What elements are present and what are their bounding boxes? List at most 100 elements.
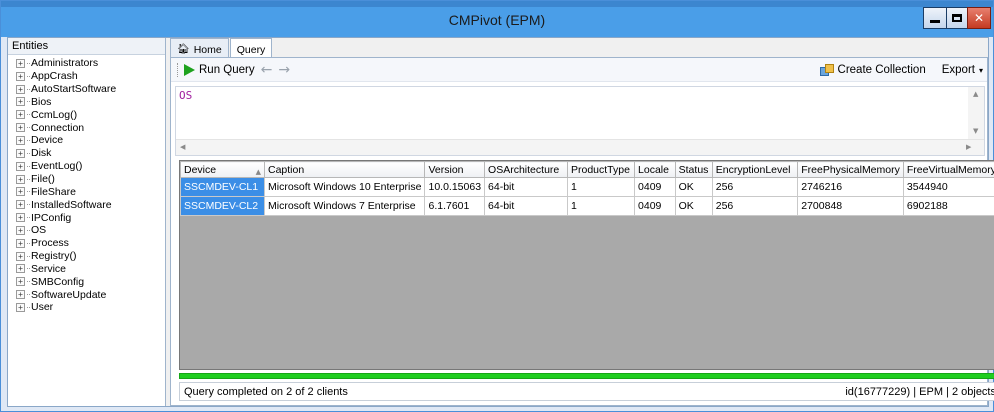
expand-icon[interactable]: + xyxy=(16,302,25,312)
create-collection-button[interactable]: Create Collection xyxy=(819,64,926,76)
entity-item[interactable]: + AppCrash xyxy=(8,70,165,83)
scroll-left-icon[interactable]: ◀ xyxy=(180,143,185,151)
table-cell[interactable]: 64-bit xyxy=(484,196,568,216)
entity-label: IPConfig xyxy=(31,211,72,224)
column-header[interactable]: Status xyxy=(674,161,713,178)
scroll-right-icon[interactable]: ▶ xyxy=(966,143,971,151)
table-cell[interactable]: SSCMDEV-CL1 xyxy=(180,177,265,197)
editor-vertical-scrollbar[interactable]: ▲ ▼ xyxy=(968,87,984,139)
table-cell[interactable]: 6902188 xyxy=(902,196,994,216)
expand-icon[interactable]: + xyxy=(16,187,25,197)
query-text[interactable]: OS xyxy=(179,89,192,102)
status-summary: id(16777229) | EPM | 2 objects xyxy=(845,385,994,398)
query-editor[interactable]: OS ▲ ▼ ◀ ▶ xyxy=(175,86,985,156)
expand-icon[interactable]: + xyxy=(16,97,25,107)
export-dropdown[interactable]: Export ▾ xyxy=(942,64,983,76)
table-cell[interactable]: 10.0.15063 xyxy=(424,177,486,197)
expand-icon[interactable]: + xyxy=(16,135,25,145)
column-header[interactable]: Device ▲ xyxy=(180,161,265,178)
column-header[interactable]: ProductType xyxy=(566,161,636,178)
table-cell[interactable]: 64-bit xyxy=(484,177,568,197)
table-cell[interactable]: 256 xyxy=(711,196,799,216)
maximize-icon xyxy=(952,14,962,22)
column-header[interactable]: Version xyxy=(424,161,486,178)
minimize-icon xyxy=(930,19,940,23)
expand-icon[interactable]: + xyxy=(16,148,25,158)
expand-icon[interactable]: + xyxy=(16,200,25,210)
entity-item[interactable]: + FileShare xyxy=(8,185,165,198)
table-cell[interactable]: SSCMDEV-CL2 xyxy=(180,196,265,216)
expand-icon[interactable]: + xyxy=(16,277,25,287)
table-cell[interactable]: 6.1.7601 xyxy=(424,196,486,216)
entity-item[interactable]: + Bios xyxy=(8,96,165,109)
entity-item[interactable]: + Disk xyxy=(8,147,165,160)
query-panel: Run Query ← → Create Collection Export ▾ xyxy=(170,57,994,406)
entities-header: Entities xyxy=(8,38,165,55)
entity-item[interactable]: + Administrators xyxy=(8,57,165,70)
entity-item[interactable]: + Registry() xyxy=(8,250,165,263)
table-cell[interactable]: Microsoft Windows 10 Enterprise xyxy=(263,177,426,197)
scroll-up-icon[interactable]: ▲ xyxy=(973,90,978,98)
entity-item[interactable]: + CcmLog() xyxy=(8,108,165,121)
column-header[interactable]: OSArchitecture xyxy=(484,161,568,178)
editor-horizontal-scrollbar[interactable]: ◀ ▶ xyxy=(176,139,984,155)
forward-arrow-icon[interactable]: → xyxy=(278,62,290,78)
entity-item[interactable]: + File() xyxy=(8,173,165,186)
expand-icon[interactable]: + xyxy=(16,238,25,248)
entity-item[interactable]: + OS xyxy=(8,224,165,237)
entity-item[interactable]: + SMBConfig xyxy=(8,275,165,288)
entity-item[interactable]: + IPConfig xyxy=(8,211,165,224)
expand-icon[interactable]: + xyxy=(16,213,25,223)
table-cell[interactable]: 1 xyxy=(566,177,636,197)
column-header[interactable]: Caption xyxy=(263,161,426,178)
column-header[interactable]: EncryptionLevel xyxy=(711,161,799,178)
title-bar[interactable]: CMPivot (EPM) ✕ xyxy=(1,1,993,37)
entity-item[interactable]: + EventLog() xyxy=(8,160,165,173)
entity-item[interactable]: + User xyxy=(8,301,165,314)
expand-icon[interactable]: + xyxy=(16,225,25,235)
table-cell[interactable]: Microsoft Windows 7 Enterprise xyxy=(263,196,426,216)
expand-icon[interactable]: + xyxy=(16,290,25,300)
expand-icon[interactable]: + xyxy=(16,174,25,184)
expand-icon[interactable]: + xyxy=(16,58,25,68)
tab-query[interactable]: Query xyxy=(229,38,273,58)
column-header[interactable]: Locale xyxy=(634,161,676,178)
table-cell[interactable]: 0409 xyxy=(634,177,676,197)
expand-icon[interactable]: + xyxy=(16,264,25,274)
entity-label: OS xyxy=(31,224,47,237)
tab-home[interactable]: 🏠︎ Home xyxy=(170,38,229,57)
expand-icon[interactable]: + xyxy=(16,71,25,81)
entity-item[interactable]: + InstalledSoftware xyxy=(8,198,165,211)
maximize-button[interactable] xyxy=(946,7,968,29)
table-cell[interactable]: 2746216 xyxy=(797,177,904,197)
entity-item[interactable]: + Service xyxy=(8,263,165,276)
table-cell[interactable]: OK xyxy=(674,177,713,197)
column-header[interactable]: FreeVirtualMemory xyxy=(902,161,994,178)
tree-connector xyxy=(27,114,30,116)
table-cell[interactable]: 1 xyxy=(566,196,636,216)
entity-item[interactable]: + Device xyxy=(8,134,165,147)
table-cell[interactable]: OK xyxy=(674,196,713,216)
entity-item[interactable]: + AutoStartSoftware xyxy=(8,83,165,96)
expand-icon[interactable]: + xyxy=(16,84,25,94)
table-cell[interactable]: 2700848 xyxy=(797,196,904,216)
entity-item[interactable]: + SoftwareUpdate xyxy=(8,288,165,301)
column-header[interactable]: FreePhysicalMemory xyxy=(797,161,904,178)
table-cell[interactable]: 0409 xyxy=(634,196,676,216)
expand-icon[interactable]: + xyxy=(16,110,25,120)
scroll-down-icon[interactable]: ▼ xyxy=(973,127,978,135)
table-cell[interactable]: 3544940 xyxy=(902,177,994,197)
expand-icon[interactable]: + xyxy=(16,251,25,261)
table-row[interactable]: SSCMDEV-CL1 Microsoft Windows 10 Enterpri… xyxy=(180,177,994,197)
table-row[interactable]: SSCMDEV-CL2 Microsoft Windows 7 Enterpris… xyxy=(180,196,994,216)
back-arrow-icon[interactable]: ← xyxy=(261,62,273,78)
table-cell[interactable]: 256 xyxy=(711,177,799,197)
expand-icon[interactable]: + xyxy=(16,123,25,133)
expand-icon[interactable]: + xyxy=(16,161,25,171)
run-query-button[interactable]: Run Query xyxy=(184,63,255,76)
entity-label: Process xyxy=(31,237,69,250)
close-button[interactable]: ✕ xyxy=(967,7,991,29)
minimize-button[interactable] xyxy=(923,7,947,29)
entity-item[interactable]: + Connection xyxy=(8,121,165,134)
entity-item[interactable]: + Process xyxy=(8,237,165,250)
